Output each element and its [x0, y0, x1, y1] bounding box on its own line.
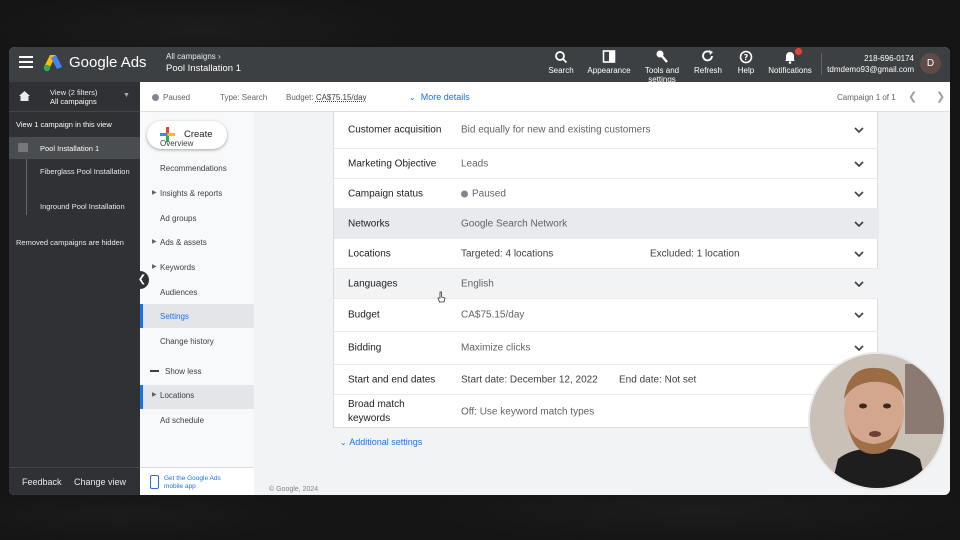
- account-info[interactable]: 218-696-0174 tdmdemo93@gmail.com: [827, 53, 914, 75]
- chevron-down-icon: [854, 190, 864, 197]
- chevron-down-icon: ▼: [123, 92, 130, 99]
- search-icon: [555, 51, 568, 64]
- presenter-video: [810, 354, 944, 488]
- top-bar: Google Ads All campaigns › Pool Installa…: [9, 47, 950, 84]
- search-button[interactable]: Search: [544, 48, 578, 75]
- nav-audiences[interactable]: Audiences: [140, 280, 254, 304]
- paused-icon: [461, 190, 468, 197]
- setting-campaign-status[interactable]: Campaign status Paused: [334, 179, 879, 209]
- view-one-campaign-link[interactable]: View 1 campaign in this view: [9, 112, 140, 137]
- mobile-app-link[interactable]: Get the Google Ads mobile app: [140, 467, 254, 495]
- setting-languages[interactable]: Languages English: [334, 269, 879, 299]
- help-button[interactable]: ? Help: [733, 48, 759, 75]
- chevron-left-icon: ❮: [908, 91, 918, 103]
- divider: [821, 53, 822, 75]
- refresh-button[interactable]: Refresh: [691, 48, 725, 75]
- nav-ad-groups[interactable]: Ad groups: [140, 206, 254, 230]
- appearance-button[interactable]: Appearance: [584, 48, 634, 75]
- setting-start-end-dates[interactable]: Start and end dates Start date: December…: [334, 365, 879, 395]
- chevron-down-icon: [854, 250, 864, 257]
- campaign-info-bar: Paused Type: Search Budget: CA$75.15/day…: [140, 82, 950, 112]
- nav-ads-assets[interactable]: ▶ Ads & assets: [140, 230, 254, 254]
- nav-locations[interactable]: ▶ Locations: [140, 383, 254, 407]
- setting-customer-acquisition[interactable]: Customer acquisition Bid equally for new…: [334, 112, 879, 149]
- caret-right-icon: ▶: [152, 190, 157, 196]
- chevron-down-icon: [854, 160, 864, 167]
- nav-overview[interactable]: Overview: [140, 131, 254, 155]
- paused-icon: [152, 94, 159, 101]
- nav-ad-schedule[interactable]: Ad schedule: [140, 408, 254, 432]
- chevron-down-icon: [854, 280, 864, 287]
- campaign-item[interactable]: Pool Installation 1: [9, 137, 140, 159]
- nav-keywords[interactable]: ▶ Keywords: [140, 255, 254, 279]
- minus-icon: [150, 370, 159, 372]
- campaign-tree-sidebar: View (2 filters) All campaigns ▼ View 1 …: [9, 82, 140, 495]
- chevron-down-icon: [854, 312, 864, 318]
- nav-recommendations[interactable]: Recommendations: [140, 156, 254, 180]
- hand-cursor-icon: [437, 291, 446, 303]
- caret-right-icon: ▶: [152, 239, 157, 245]
- notifications-button[interactable]: Notifications: [765, 48, 815, 75]
- ad-group-item[interactable]: Fiberglass Pool Installation: [9, 159, 140, 194]
- chevron-down-icon: ⌄: [340, 438, 347, 447]
- setting-marketing-objective[interactable]: Marketing Objective Leads: [334, 149, 879, 179]
- view-selector[interactable]: View (2 filters) All campaigns ▼: [9, 82, 140, 112]
- home-icon: [19, 91, 30, 101]
- previous-campaign-button[interactable]: ❮: [908, 90, 917, 103]
- campaign-type: Type: Search: [220, 93, 268, 102]
- account-email: tdmdemo93@gmail.com: [827, 65, 914, 74]
- additional-settings-toggle[interactable]: ⌄ Additional settings: [340, 437, 422, 447]
- campaign-budget[interactable]: Budget: CA$75.15/day: [286, 93, 367, 102]
- show-less-toggle[interactable]: Show less: [140, 359, 254, 383]
- campaign-counter: Campaign 1 of 1: [837, 93, 896, 102]
- ad-group-item[interactable]: Inground Pool Installation: [9, 194, 140, 229]
- caret-right-icon: ▶: [152, 392, 157, 398]
- caret-right-icon: ▶: [152, 264, 157, 270]
- chevron-right-icon: ❯: [936, 91, 946, 103]
- more-details-button[interactable]: ⌄ More details: [409, 92, 470, 102]
- sidebar-footer: Feedback Change view: [9, 467, 140, 495]
- chevron-down-icon: [854, 345, 864, 351]
- settings-card: Customer acquisition Bid equally for new…: [333, 112, 879, 428]
- view-filters: View (2 filters): [50, 88, 98, 97]
- breadcrumb-parent[interactable]: All campaigns ›: [166, 52, 221, 61]
- breadcrumb-current: Pool Installation 1: [166, 63, 241, 74]
- help-icon: ?: [739, 50, 753, 64]
- setting-bidding[interactable]: Bidding Maximize clicks: [334, 332, 879, 365]
- campaign-status: Paused: [152, 93, 190, 102]
- nav-insights-reports[interactable]: ▶ Insights & reports: [140, 181, 254, 205]
- nav-change-history[interactable]: Change history: [140, 329, 254, 353]
- brand-name: Google Ads: [69, 54, 147, 71]
- chevron-down-icon: [854, 220, 864, 227]
- wrench-icon: [656, 50, 668, 63]
- notification-badge: [795, 48, 802, 55]
- setting-locations[interactable]: Locations Targeted: 4 locations Excluded…: [334, 239, 879, 269]
- chevron-left-icon: ❮: [137, 274, 147, 285]
- phone-icon: [150, 475, 159, 489]
- chevron-down-icon: ⌄: [409, 93, 416, 102]
- setting-networks[interactable]: Networks Google Search Network: [334, 209, 879, 239]
- tools-and-settings-button[interactable]: Tools and settings: [640, 48, 684, 84]
- removed-campaigns-note: Removed campaigns are hidden: [16, 238, 124, 247]
- nav-settings[interactable]: Settings: [140, 304, 254, 328]
- refresh-icon: [702, 50, 713, 62]
- setting-budget[interactable]: Budget CA$75.15/day: [334, 299, 879, 332]
- copyright: © Google, 2024: [269, 486, 319, 493]
- chevron-right-icon: ›: [218, 52, 221, 61]
- google-ads-logo-icon: [43, 55, 62, 72]
- change-view-button[interactable]: Change view: [74, 477, 126, 487]
- chevron-down-icon: [854, 127, 864, 133]
- svg-text:?: ?: [744, 53, 749, 62]
- avatar[interactable]: D: [920, 53, 941, 74]
- next-campaign-button[interactable]: ❯: [936, 90, 945, 103]
- setting-broad-match[interactable]: Broad match keywords Off: Use keyword ma…: [334, 395, 879, 428]
- view-scope: All campaigns: [50, 97, 97, 106]
- menu-icon[interactable]: [19, 56, 33, 68]
- webcam-overlay: [808, 352, 946, 490]
- feedback-button[interactable]: Feedback: [22, 477, 62, 487]
- account-phone: 218-696-0174: [864, 54, 914, 63]
- appearance-icon: [602, 50, 616, 63]
- page-menu: Create Overview Recommendations ▶ Insight…: [140, 82, 254, 495]
- search-campaign-icon: [18, 143, 28, 152]
